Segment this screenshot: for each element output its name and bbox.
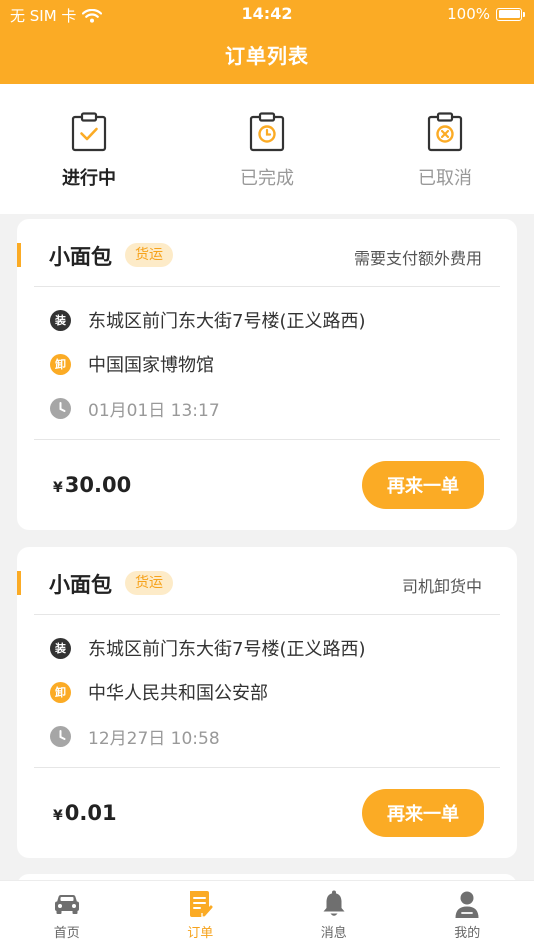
status-bar: 无 SIM 卡 14:42 100% — [0, 0, 534, 28]
app-header: 无 SIM 卡 14:42 100% 订单列表 — [0, 0, 534, 84]
order-status: 司机卸货中 — [401, 577, 482, 596]
divider — [34, 767, 500, 768]
tab-in-progress[interactable]: 进行中 — [0, 84, 178, 214]
nav-orders[interactable]: 订单 — [134, 881, 268, 950]
reorder-button[interactable]: 再来一单 — [362, 789, 484, 837]
order-time-row: 12月27日 10:58 — [50, 724, 220, 749]
order-time-row: 01月01日 13:17 — [50, 396, 220, 421]
battery-percent: 100% — [447, 5, 490, 23]
load-address-row: 装 东城区前门东大街7号楼(正义路西) — [50, 307, 366, 333]
nav-home[interactable]: 首页 — [0, 881, 134, 950]
divider — [34, 439, 500, 440]
card-accent-bar — [17, 571, 21, 595]
order-icon — [190, 891, 213, 918]
unload-badge-icon: 卸 — [50, 681, 71, 703]
clock-icon — [50, 398, 71, 419]
price-value: 0.01 — [64, 801, 117, 825]
unload-address-row: 卸 中华人民共和国公安部 — [50, 679, 268, 705]
unload-address: 中国国家博物馆 — [88, 355, 214, 376]
tab-completed[interactable]: 已完成 — [178, 84, 356, 214]
clipboard-check-icon — [71, 112, 107, 152]
nav-messages[interactable]: 消息 — [267, 881, 401, 950]
tab-label: 已取消 — [418, 168, 472, 189]
order-card-header: 小面包 货运 司机卸货中 — [17, 547, 517, 615]
divider — [34, 286, 500, 287]
reorder-button[interactable]: 再来一单 — [362, 461, 484, 509]
clipboard-clock-icon — [249, 112, 285, 152]
card-accent-bar — [17, 243, 21, 267]
load-address: 东城区前门东大街7号楼(正义路西) — [88, 639, 366, 660]
user-icon — [455, 891, 479, 918]
load-address-row: 装 东城区前门东大街7号楼(正义路西) — [50, 635, 366, 661]
currency-symbol: ¥ — [53, 480, 63, 496]
order-time: 01月01日 13:17 — [88, 401, 220, 421]
car-icon — [54, 895, 79, 914]
load-badge-icon: 装 — [50, 637, 71, 659]
order-status-tabs: 进行中 已完成 已取消 — [0, 84, 534, 214]
vehicle-type: 小面包 — [49, 245, 112, 269]
price-value: 30.00 — [64, 473, 132, 497]
nav-label: 我的 — [454, 926, 481, 941]
tab-label: 已完成 — [240, 168, 294, 189]
nav-profile[interactable]: 我的 — [401, 881, 534, 950]
order-price: ¥30.00 — [53, 473, 131, 497]
service-tag: 货运 — [125, 243, 173, 267]
nav-label: 首页 — [53, 926, 80, 941]
nav-label: 订单 — [187, 926, 214, 941]
order-time: 12月27日 10:58 — [88, 729, 220, 749]
tab-label: 进行中 — [62, 168, 116, 189]
bottom-nav: 首页 订单 消息 我的 — [0, 880, 534, 950]
vehicle-type: 小面包 — [49, 573, 112, 597]
currency-symbol: ¥ — [53, 808, 63, 824]
order-status: 需要支付额外费用 — [353, 249, 482, 268]
tab-cancelled[interactable]: 已取消 — [356, 84, 534, 214]
clock-icon — [50, 726, 71, 747]
bell-icon — [323, 890, 345, 916]
nav-label: 消息 — [320, 926, 347, 941]
load-address: 东城区前门东大街7号楼(正义路西) — [88, 311, 366, 332]
battery-area: 100% — [447, 5, 525, 23]
order-card[interactable]: 小面包 货运 需要支付额外费用 装 东城区前门东大街7号楼(正义路西) 卸 中国… — [17, 219, 517, 530]
unload-address: 中华人民共和国公安部 — [88, 683, 268, 704]
order-card-header: 小面包 货运 需要支付额外费用 — [17, 219, 517, 287]
clipboard-cancel-icon — [427, 112, 463, 152]
battery-icon — [496, 7, 525, 21]
order-card[interactable]: 小面包 货运 司机卸货中 装 东城区前门东大街7号楼(正义路西) 卸 中华人民共… — [17, 547, 517, 858]
load-badge-icon: 装 — [50, 309, 71, 331]
unload-badge-icon: 卸 — [50, 353, 71, 375]
divider — [34, 614, 500, 615]
page-title: 订单列表 — [225, 44, 309, 68]
unload-address-row: 卸 中国国家博物馆 — [50, 351, 214, 377]
service-tag: 货运 — [125, 571, 173, 595]
order-price: ¥0.01 — [53, 801, 117, 825]
